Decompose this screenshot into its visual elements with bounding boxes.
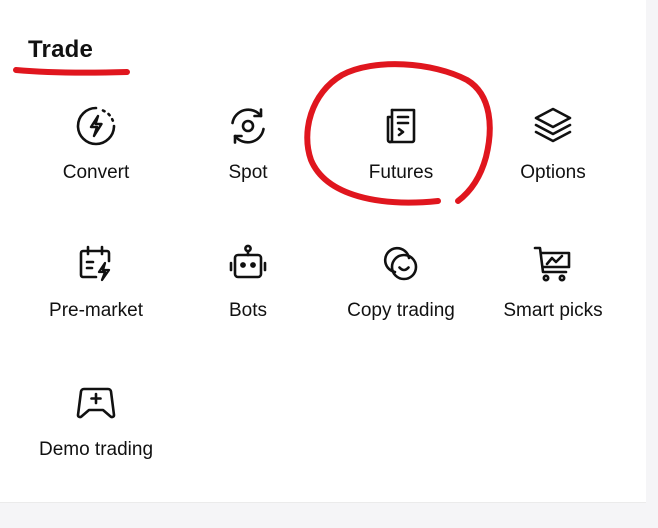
options-layers-icon xyxy=(531,104,575,148)
tile-bots-label: Bots xyxy=(228,300,268,321)
tile-pre-market[interactable]: Pre-market xyxy=(26,242,166,352)
right-gutter xyxy=(646,0,658,528)
tile-smart-picks-label: Smart picks xyxy=(503,300,603,321)
tile-options[interactable]: Options xyxy=(483,104,623,214)
tile-spot[interactable]: Spot xyxy=(178,104,318,214)
robot-icon xyxy=(226,242,270,286)
tile-spot-label: Spot xyxy=(228,162,268,183)
tile-options-label: Options xyxy=(520,162,586,183)
tile-convert[interactable]: Convert xyxy=(26,104,166,214)
next-section-edge xyxy=(0,502,646,528)
pre-market-icon xyxy=(74,242,118,286)
section-title: Trade xyxy=(28,36,94,63)
tile-demo-trading-label: Demo trading xyxy=(38,439,154,460)
trade-panel: Trade Convert Spot Futures Options Pre-m… xyxy=(0,0,646,502)
tile-copy-trading-label: Copy trading xyxy=(347,300,455,321)
spot-icon xyxy=(226,104,270,148)
smart-picks-cart-icon xyxy=(531,242,575,286)
tile-futures-label: Futures xyxy=(368,162,434,183)
convert-icon xyxy=(74,104,118,148)
demo-trading-gamepad-icon xyxy=(74,381,118,425)
copy-trading-icon xyxy=(379,242,423,286)
tile-pre-market-label: Pre-market xyxy=(49,300,143,321)
tile-futures[interactable]: Futures xyxy=(331,104,471,214)
tile-convert-label: Convert xyxy=(62,162,130,183)
tile-demo-trading[interactable]: Demo trading xyxy=(26,381,166,491)
tile-bots[interactable]: Bots xyxy=(178,242,318,352)
tile-smart-picks[interactable]: Smart picks xyxy=(483,242,623,352)
tile-copy-trading[interactable]: Copy trading xyxy=(331,242,471,352)
futures-icon xyxy=(379,104,423,148)
